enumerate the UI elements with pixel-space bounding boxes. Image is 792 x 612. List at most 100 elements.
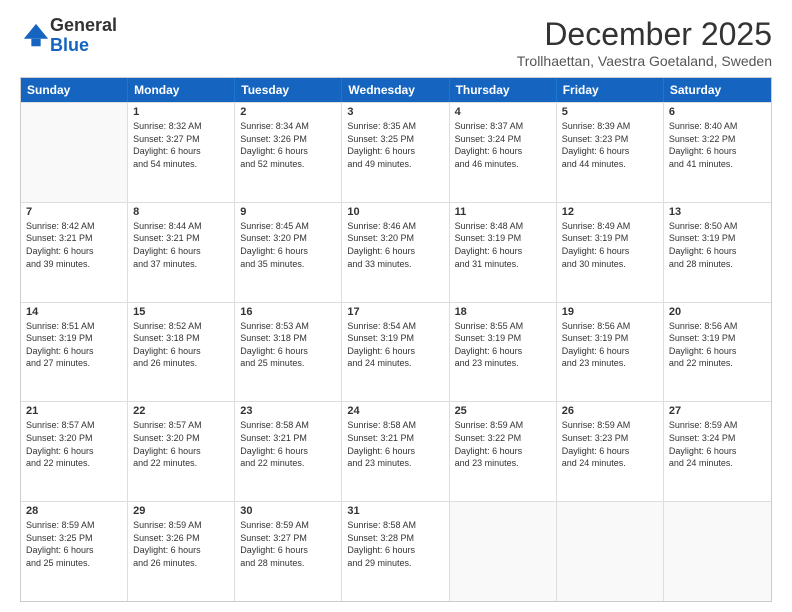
cal-cell-r4-c2: 30 Sunrise: 8:59 AM Sunset: 3:27 PM Dayli…	[235, 502, 342, 601]
calendar-header: Sunday Monday Tuesday Wednesday Thursday…	[21, 78, 771, 102]
day-info: Sunrise: 8:37 AM Sunset: 3:24 PM Dayligh…	[455, 120, 551, 170]
day-info: Sunrise: 8:59 AM Sunset: 3:25 PM Dayligh…	[26, 519, 122, 569]
day-info: Sunrise: 8:56 AM Sunset: 3:19 PM Dayligh…	[669, 320, 766, 370]
cal-cell-r3-c6: 27Sunrise: 8:59 AM Sunset: 3:24 PM Dayli…	[664, 402, 771, 501]
day-number: 12	[562, 206, 658, 218]
header-sunday: Sunday	[21, 78, 128, 102]
cal-cell-r0-c1: 1 Sunrise: 8:32 AM Sunset: 3:27 PM Daylig…	[128, 103, 235, 202]
page: General Blue December 2025 Trollhaettan,…	[0, 0, 792, 612]
day-number: 31	[347, 505, 443, 517]
day-number: 9	[240, 206, 336, 218]
cal-cell-r0-c4: 4 Sunrise: 8:37 AM Sunset: 3:24 PM Daylig…	[450, 103, 557, 202]
day-info: Sunrise: 8:58 AM Sunset: 3:21 PM Dayligh…	[347, 419, 443, 469]
day-number: 18	[455, 306, 551, 318]
day-number: 22	[133, 405, 229, 417]
day-number: 28	[26, 505, 122, 517]
title-block: December 2025 Trollhaettan, Vaestra Goet…	[517, 16, 772, 69]
day-number: 17	[347, 306, 443, 318]
day-number: 20	[669, 306, 766, 318]
day-number: 30	[240, 505, 336, 517]
header-tuesday: Tuesday	[235, 78, 342, 102]
day-info: Sunrise: 8:49 AM Sunset: 3:19 PM Dayligh…	[562, 220, 658, 270]
day-info: Sunrise: 8:52 AM Sunset: 3:18 PM Dayligh…	[133, 320, 229, 370]
day-number: 8	[133, 206, 229, 218]
day-info: Sunrise: 8:32 AM Sunset: 3:27 PM Dayligh…	[133, 120, 229, 170]
day-info: Sunrise: 8:34 AM Sunset: 3:26 PM Dayligh…	[240, 120, 336, 170]
cal-cell-r0-c5: 5Sunrise: 8:39 AM Sunset: 3:23 PM Daylig…	[557, 103, 664, 202]
day-number: 2	[240, 106, 336, 118]
calendar: Sunday Monday Tuesday Wednesday Thursday…	[20, 77, 772, 602]
header-saturday: Saturday	[664, 78, 771, 102]
day-number: 24	[347, 405, 443, 417]
cal-cell-r1-c6: 13 Sunrise: 8:50 AM Sunset: 3:19 PM Dayli…	[664, 203, 771, 302]
day-number: 19	[562, 306, 658, 318]
cal-cell-r2-c2: 16Sunrise: 8:53 AM Sunset: 3:18 PM Dayli…	[235, 303, 342, 402]
day-number: 26	[562, 405, 658, 417]
cal-row-4: 28 Sunrise: 8:59 AM Sunset: 3:25 PM Dayli…	[21, 501, 771, 601]
day-info: Sunrise: 8:54 AM Sunset: 3:19 PM Dayligh…	[347, 320, 443, 370]
cal-cell-r0-c0	[21, 103, 128, 202]
day-number: 13	[669, 206, 766, 218]
day-number: 23	[240, 405, 336, 417]
day-info: Sunrise: 8:44 AM Sunset: 3:21 PM Dayligh…	[133, 220, 229, 270]
day-number: 7	[26, 206, 122, 218]
cal-cell-r3-c0: 21Sunrise: 8:57 AM Sunset: 3:20 PM Dayli…	[21, 402, 128, 501]
logo-icon	[22, 22, 50, 50]
logo: General Blue	[20, 16, 117, 56]
cal-cell-r3-c1: 22 Sunrise: 8:57 AM Sunset: 3:20 PM Dayli…	[128, 402, 235, 501]
logo-text: General Blue	[50, 16, 117, 56]
day-number: 14	[26, 306, 122, 318]
cal-cell-r2-c3: 17 Sunrise: 8:54 AM Sunset: 3:19 PM Dayli…	[342, 303, 449, 402]
cal-cell-r3-c3: 24 Sunrise: 8:58 AM Sunset: 3:21 PM Dayli…	[342, 402, 449, 501]
day-info: Sunrise: 8:59 AM Sunset: 3:22 PM Dayligh…	[455, 419, 551, 469]
cal-cell-r0-c2: 2 Sunrise: 8:34 AM Sunset: 3:26 PM Daylig…	[235, 103, 342, 202]
day-info: Sunrise: 8:45 AM Sunset: 3:20 PM Dayligh…	[240, 220, 336, 270]
day-number: 16	[240, 306, 336, 318]
cal-cell-r4-c6	[664, 502, 771, 601]
cal-cell-r3-c2: 23Sunrise: 8:58 AM Sunset: 3:21 PM Dayli…	[235, 402, 342, 501]
logo-general-label: General	[50, 16, 117, 36]
day-number: 10	[347, 206, 443, 218]
cal-cell-r2-c5: 19Sunrise: 8:56 AM Sunset: 3:19 PM Dayli…	[557, 303, 664, 402]
cal-cell-r2-c4: 18 Sunrise: 8:55 AM Sunset: 3:19 PM Dayli…	[450, 303, 557, 402]
cal-cell-r2-c0: 14Sunrise: 8:51 AM Sunset: 3:19 PM Dayli…	[21, 303, 128, 402]
day-number: 3	[347, 106, 443, 118]
cal-cell-r4-c0: 28 Sunrise: 8:59 AM Sunset: 3:25 PM Dayli…	[21, 502, 128, 601]
cal-cell-r4-c1: 29 Sunrise: 8:59 AM Sunset: 3:26 PM Dayli…	[128, 502, 235, 601]
cal-cell-r4-c5	[557, 502, 664, 601]
day-info: Sunrise: 8:59 AM Sunset: 3:26 PM Dayligh…	[133, 519, 229, 569]
day-info: Sunrise: 8:58 AM Sunset: 3:28 PM Dayligh…	[347, 519, 443, 569]
cal-cell-r3-c4: 25 Sunrise: 8:59 AM Sunset: 3:22 PM Dayli…	[450, 402, 557, 501]
day-number: 4	[455, 106, 551, 118]
day-number: 25	[455, 405, 551, 417]
cal-row-0: 1 Sunrise: 8:32 AM Sunset: 3:27 PM Daylig…	[21, 102, 771, 202]
day-number: 15	[133, 306, 229, 318]
header-monday: Monday	[128, 78, 235, 102]
cal-cell-r1-c0: 7Sunrise: 8:42 AM Sunset: 3:21 PM Daylig…	[21, 203, 128, 302]
day-info: Sunrise: 8:35 AM Sunset: 3:25 PM Dayligh…	[347, 120, 443, 170]
day-info: Sunrise: 8:57 AM Sunset: 3:20 PM Dayligh…	[133, 419, 229, 469]
day-info: Sunrise: 8:57 AM Sunset: 3:20 PM Dayligh…	[26, 419, 122, 469]
cal-cell-r2-c6: 20 Sunrise: 8:56 AM Sunset: 3:19 PM Dayli…	[664, 303, 771, 402]
day-info: Sunrise: 8:55 AM Sunset: 3:19 PM Dayligh…	[455, 320, 551, 370]
cal-cell-r4-c4	[450, 502, 557, 601]
header: General Blue December 2025 Trollhaettan,…	[20, 16, 772, 69]
header-thursday: Thursday	[450, 78, 557, 102]
cal-row-1: 7Sunrise: 8:42 AM Sunset: 3:21 PM Daylig…	[21, 202, 771, 302]
cal-cell-r2-c1: 15 Sunrise: 8:52 AM Sunset: 3:18 PM Dayli…	[128, 303, 235, 402]
day-info: Sunrise: 8:48 AM Sunset: 3:19 PM Dayligh…	[455, 220, 551, 270]
day-number: 29	[133, 505, 229, 517]
day-info: Sunrise: 8:59 AM Sunset: 3:23 PM Dayligh…	[562, 419, 658, 469]
day-info: Sunrise: 8:59 AM Sunset: 3:27 PM Dayligh…	[240, 519, 336, 569]
cal-cell-r1-c1: 8 Sunrise: 8:44 AM Sunset: 3:21 PM Daylig…	[128, 203, 235, 302]
month-title: December 2025	[517, 16, 772, 53]
day-number: 1	[133, 106, 229, 118]
calendar-body: 1 Sunrise: 8:32 AM Sunset: 3:27 PM Daylig…	[21, 102, 771, 601]
day-number: 27	[669, 405, 766, 417]
logo-blue-label: Blue	[50, 36, 117, 56]
day-info: Sunrise: 8:39 AM Sunset: 3:23 PM Dayligh…	[562, 120, 658, 170]
cal-row-2: 14Sunrise: 8:51 AM Sunset: 3:19 PM Dayli…	[21, 302, 771, 402]
cal-cell-r3-c5: 26 Sunrise: 8:59 AM Sunset: 3:23 PM Dayli…	[557, 402, 664, 501]
day-info: Sunrise: 8:50 AM Sunset: 3:19 PM Dayligh…	[669, 220, 766, 270]
cal-cell-r0-c3: 3 Sunrise: 8:35 AM Sunset: 3:25 PM Daylig…	[342, 103, 449, 202]
